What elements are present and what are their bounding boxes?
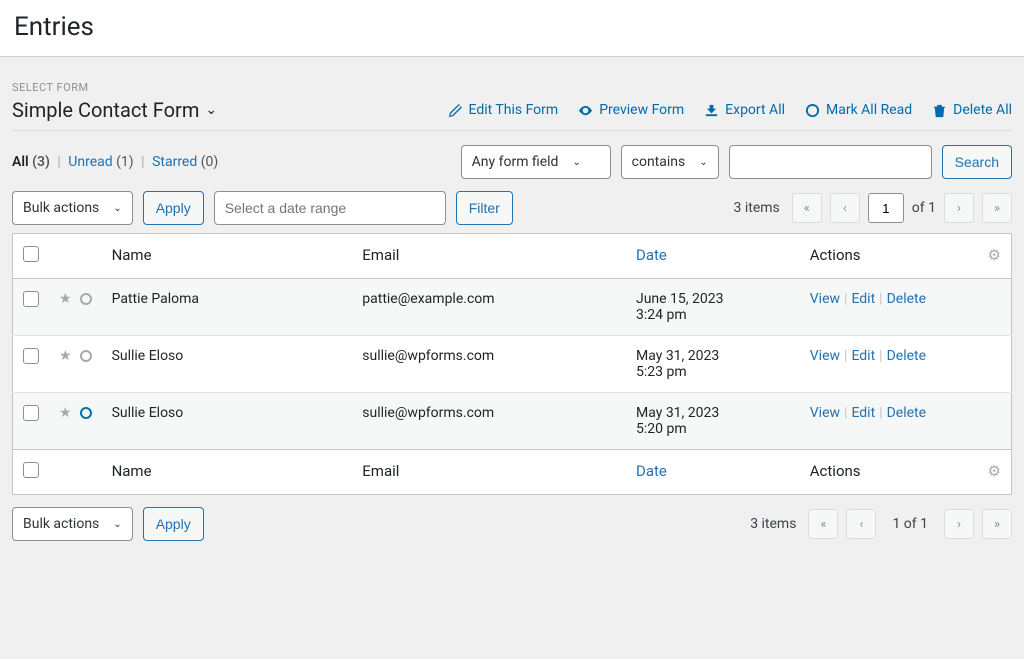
search-operator-select[interactable]: contains ⌄ xyxy=(621,145,719,179)
bulk-apply-button[interactable]: Apply xyxy=(143,191,204,225)
eye-icon xyxy=(578,103,593,118)
view-filters: All (3) | Unread (1) | Starred (0) xyxy=(12,154,218,170)
page-first[interactable]: « xyxy=(792,193,822,223)
export-all-link[interactable]: Export All xyxy=(704,102,785,118)
form-actions: Edit This Form Preview Form Export All M… xyxy=(448,102,1013,118)
page-first-bottom[interactable]: « xyxy=(808,509,838,539)
col-date[interactable]: Date xyxy=(636,246,667,264)
col-actions-foot: Actions xyxy=(800,450,978,495)
star-icon[interactable]: ★ xyxy=(59,348,72,364)
table-row: ★ Pattie Palomapattie@example.comJune 15,… xyxy=(13,279,1012,336)
select-all-checkbox-bottom[interactable] xyxy=(23,462,39,478)
cell-name: Sullie Eloso xyxy=(102,393,353,450)
mark-all-read-link[interactable]: Mark All Read xyxy=(805,102,912,118)
trash-icon xyxy=(932,103,947,118)
star-icon[interactable]: ★ xyxy=(59,291,72,307)
page-next-bottom[interactable]: › xyxy=(944,509,974,539)
page-current-input[interactable] xyxy=(868,193,904,223)
col-date-foot[interactable]: Date xyxy=(636,462,667,480)
cell-name: Pattie Paloma xyxy=(102,279,353,336)
bulk-apply-button-bottom[interactable]: Apply xyxy=(143,507,204,541)
row-checkbox[interactable] xyxy=(23,405,39,421)
search-field-select[interactable]: Any form field ⌄ xyxy=(461,145,611,179)
bulk-actions-select-bottom[interactable]: Bulk actions ⌄ xyxy=(12,507,133,541)
preview-form-link[interactable]: Preview Form xyxy=(578,102,684,118)
edit-form-link[interactable]: Edit This Form xyxy=(448,102,559,118)
cell-email: pattie@example.com xyxy=(352,279,626,336)
page-next[interactable]: › xyxy=(944,193,974,223)
col-email-foot[interactable]: Email xyxy=(352,450,626,495)
cell-actions: View|Edit|Delete xyxy=(800,279,978,336)
row-checkbox[interactable] xyxy=(23,291,39,307)
pagination-top: 3 items « ‹ of 1 › » xyxy=(734,193,1012,223)
table-row: ★ Sullie Elososullie@wpforms.comMay 31, 2… xyxy=(13,336,1012,393)
divider xyxy=(12,130,1012,131)
chevron-down-icon: ⌄ xyxy=(113,519,121,530)
entries-table: Name Email Date Actions ⚙ ★ Pattie Paloma… xyxy=(12,233,1012,495)
cell-email: sullie@wpforms.com xyxy=(352,336,626,393)
cell-actions: View|Edit|Delete xyxy=(800,336,978,393)
page-of: of 1 xyxy=(912,200,936,216)
cell-name: Sullie Eloso xyxy=(102,336,353,393)
view-link[interactable]: View xyxy=(810,405,840,421)
edit-link[interactable]: Edit xyxy=(851,348,875,364)
row-checkbox[interactable] xyxy=(23,348,39,364)
cell-email: sullie@wpforms.com xyxy=(352,393,626,450)
star-icon[interactable]: ★ xyxy=(59,405,72,421)
search-input[interactable] xyxy=(729,145,932,179)
chevron-down-icon: ⌄ xyxy=(205,102,217,118)
search-group: Any form field ⌄ contains ⌄ Search xyxy=(461,145,1012,179)
view-all[interactable]: All (3) xyxy=(12,154,53,170)
cell-date: June 15, 20233:24 pm xyxy=(626,279,800,336)
bulk-actions-select[interactable]: Bulk actions ⌄ xyxy=(12,191,133,225)
delete-link[interactable]: Delete xyxy=(887,405,926,421)
chevron-down-icon: ⌄ xyxy=(113,203,121,214)
delete-all-link[interactable]: Delete All xyxy=(932,102,1012,118)
filter-button[interactable]: Filter xyxy=(456,191,513,225)
page-last-bottom[interactable]: » xyxy=(982,509,1012,539)
select-all-checkbox[interactable] xyxy=(23,246,39,262)
edit-link[interactable]: Edit xyxy=(851,405,875,421)
page-prev[interactable]: ‹ xyxy=(830,193,860,223)
col-email[interactable]: Email xyxy=(352,234,626,279)
chevron-down-icon: ⌄ xyxy=(699,157,707,168)
col-actions: Actions xyxy=(800,234,978,279)
edit-link[interactable]: Edit xyxy=(851,291,875,307)
items-count: 3 items xyxy=(734,200,780,216)
read-indicator[interactable] xyxy=(80,293,92,305)
circle-icon xyxy=(805,103,820,118)
items-count-bottom: 3 items xyxy=(750,516,796,532)
page-title: Entries xyxy=(14,12,1010,42)
pencil-icon xyxy=(448,103,463,118)
read-indicator[interactable] xyxy=(80,350,92,362)
delete-link[interactable]: Delete xyxy=(887,291,926,307)
view-unread[interactable]: Unread (1) xyxy=(68,154,137,170)
col-name-foot[interactable]: Name xyxy=(102,450,353,495)
form-selector[interactable]: Simple Contact Form ⌄ xyxy=(12,98,217,122)
search-button[interactable]: Search xyxy=(942,145,1012,179)
page-of-bottom: 1 of 1 xyxy=(884,516,936,532)
form-name: Simple Contact Form xyxy=(12,98,199,122)
delete-link[interactable]: Delete xyxy=(887,348,926,364)
gear-icon[interactable]: ⚙ xyxy=(988,246,1001,264)
export-icon xyxy=(704,103,719,118)
cell-date: May 31, 20235:20 pm xyxy=(626,393,800,450)
chevron-down-icon: ⌄ xyxy=(572,157,580,168)
view-link[interactable]: View xyxy=(810,348,840,364)
view-link[interactable]: View xyxy=(810,291,840,307)
date-range-input[interactable] xyxy=(214,191,446,225)
page-prev-bottom[interactable]: ‹ xyxy=(846,509,876,539)
cell-actions: View|Edit|Delete xyxy=(800,393,978,450)
toolbar: SELECT FORM Simple Contact Form ⌄ Edit T… xyxy=(0,57,1024,551)
gear-icon[interactable]: ⚙ xyxy=(988,462,1001,480)
page-last[interactable]: » xyxy=(982,193,1012,223)
col-name[interactable]: Name xyxy=(102,234,353,279)
cell-date: May 31, 20235:23 pm xyxy=(626,336,800,393)
view-starred[interactable]: Starred (0) xyxy=(152,154,218,170)
read-indicator[interactable] xyxy=(80,407,92,419)
select-form-label: SELECT FORM xyxy=(12,81,1012,94)
pagination-bottom: 3 items « ‹ 1 of 1 › » xyxy=(750,509,1012,539)
page-header: Entries xyxy=(0,0,1024,57)
table-row: ★ Sullie Elososullie@wpforms.comMay 31, 2… xyxy=(13,393,1012,450)
